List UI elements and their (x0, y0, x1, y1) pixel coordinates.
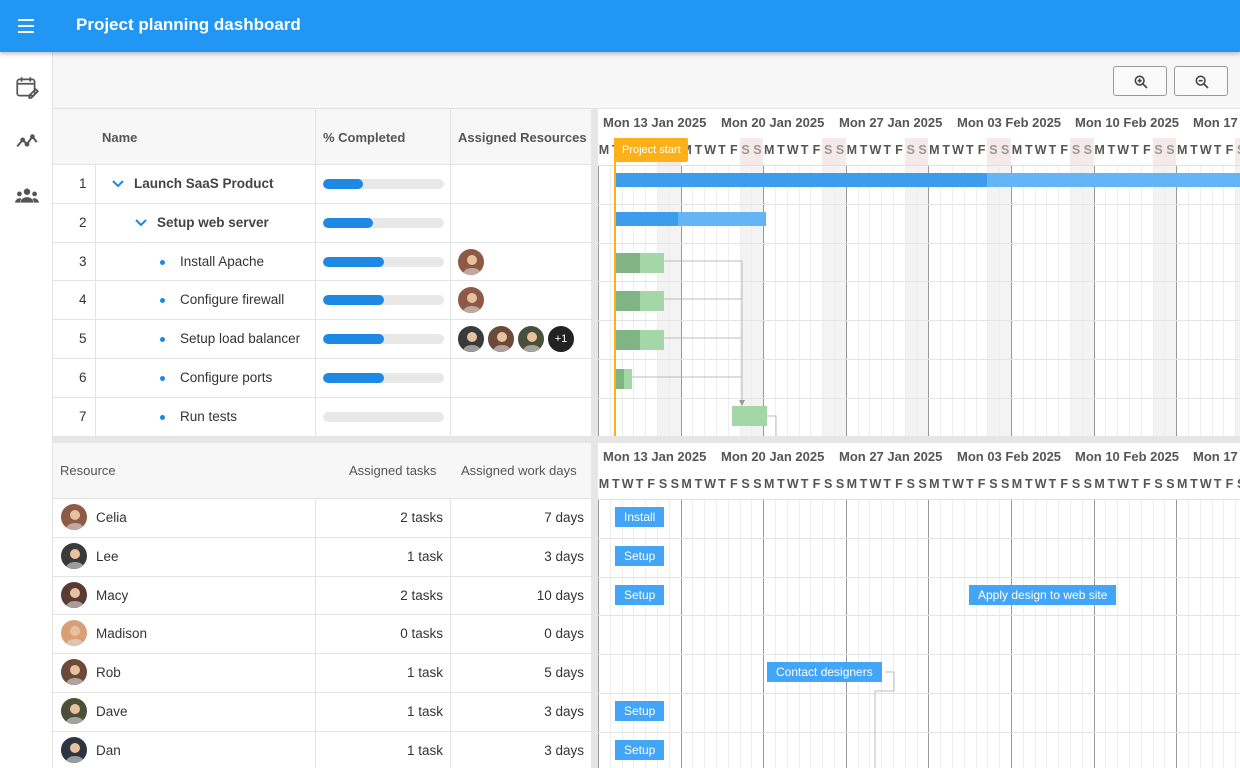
event-dependency-line (874, 671, 895, 768)
side-nav (0, 52, 53, 768)
progress-fill (323, 373, 384, 383)
resource-name[interactable]: Dan (96, 743, 121, 758)
assigned-tasks: 1 task (406, 742, 443, 758)
progress-bar (323, 217, 444, 228)
assigned-tasks: 2 tasks (400, 510, 443, 525)
avatar (60, 541, 88, 570)
assigned-days: 0 days (544, 626, 584, 642)
trending-icon[interactable] (14, 128, 40, 154)
progress-bar (323, 334, 444, 345)
avatar: +1 (547, 325, 575, 354)
resource-name[interactable]: Madison (96, 626, 147, 641)
column-header-assigned-tasks[interactable]: Assigned tasks (349, 463, 436, 478)
page-title: Project planning dashboard (76, 15, 301, 34)
row-number: 1 (79, 176, 87, 191)
progress-fill (323, 334, 384, 345)
avatar (60, 697, 88, 725)
progress-bar (323, 373, 444, 383)
toolbar (53, 52, 1240, 109)
bullet-icon (160, 259, 165, 265)
zoom-in-button[interactable] (1113, 66, 1167, 96)
table-row[interactable] (53, 398, 591, 437)
app-bar: Project planning dashboard (0, 0, 1240, 52)
zoom-out-button[interactable] (1174, 66, 1228, 96)
avatar (457, 325, 485, 354)
column-header-completed[interactable]: % Completed (323, 130, 405, 145)
task-name[interactable]: Setup load balancer (180, 331, 300, 346)
avatar (60, 503, 88, 531)
column-header-resources[interactable]: Assigned Resources (458, 130, 587, 145)
task-name[interactable]: Install Apache (180, 254, 264, 269)
assigned-tasks: 1 task (406, 704, 443, 719)
avatar (60, 735, 88, 764)
assigned-days: 3 days (544, 704, 584, 719)
progress-fill (323, 295, 384, 306)
gantt-chart[interactable]: MTWTFSSMTWTFSSMTWTFSSMTWTFSSMTWTFSSMTWTF… (598, 109, 1240, 436)
people-icon[interactable] (14, 182, 40, 208)
menu-icon[interactable] (14, 14, 38, 38)
row-number: 3 (79, 253, 87, 269)
resource-name[interactable]: Celia (96, 510, 127, 525)
resource-name[interactable]: Rob (96, 665, 121, 680)
avatar (517, 325, 545, 354)
task-name[interactable]: Run tests (180, 409, 237, 424)
avatar (487, 325, 515, 354)
task-name[interactable]: Launch SaaS Product (134, 176, 274, 191)
assigned-days: 10 days (536, 587, 584, 603)
progress-bar (323, 179, 444, 189)
avatar (60, 580, 88, 609)
row-number: 6 (79, 370, 87, 385)
progress-fill (323, 217, 373, 228)
assigned-tasks: 0 tasks (400, 626, 443, 642)
column-header-work-days[interactable]: Assigned work days (461, 463, 577, 478)
horizontal-splitter[interactable] (53, 436, 1240, 443)
zoom-out-icon (1195, 75, 1209, 89)
task-name[interactable]: Setup web server (157, 215, 269, 230)
column-header-resource[interactable]: Resource (60, 463, 116, 478)
progress-bar (323, 295, 444, 306)
chevron-down-icon[interactable] (134, 216, 148, 230)
table-row[interactable] (53, 281, 591, 321)
avatar (457, 247, 485, 276)
chevron-down-icon[interactable] (111, 177, 125, 191)
bullet-icon (160, 414, 165, 420)
resource-name[interactable]: Macy (96, 588, 128, 603)
table-row[interactable] (53, 359, 591, 398)
row-number: 5 (79, 331, 87, 347)
progress-fill (323, 179, 363, 189)
avatar (60, 658, 88, 687)
assigned-days: 3 days (544, 742, 584, 758)
column-header-name[interactable]: Name (102, 130, 137, 145)
assigned-days: 3 days (544, 548, 584, 564)
progress-bar (323, 411, 444, 422)
resource-name[interactable]: Lee (96, 549, 119, 564)
assigned-tasks: 1 task (406, 665, 443, 681)
dependency-lines (632, 260, 777, 436)
resource-name[interactable]: Dave (96, 704, 128, 719)
assigned-tasks: 2 tasks (400, 587, 443, 603)
row-number: 7 (79, 408, 87, 424)
calendar-edit-icon[interactable] (14, 74, 40, 100)
assigned-tasks: 1 task (406, 548, 443, 564)
bullet-icon (160, 376, 165, 381)
row-number: 2 (79, 214, 87, 230)
assigned-days: 5 days (544, 665, 584, 681)
task-name[interactable]: Configure ports (180, 370, 272, 385)
progress-fill (323, 256, 384, 267)
progress-bar (323, 256, 444, 267)
assigned-days: 7 days (544, 510, 584, 525)
resource-scheduler[interactable]: MTWTFSSMTWTFSSMTWTFSSMTWTFSSMTWTFSSMTWTF… (598, 443, 1240, 768)
task-name[interactable]: Configure firewall (180, 292, 284, 307)
zoom-in-icon (1134, 75, 1148, 89)
table-row[interactable] (53, 243, 591, 282)
row-number: 4 (79, 292, 87, 308)
